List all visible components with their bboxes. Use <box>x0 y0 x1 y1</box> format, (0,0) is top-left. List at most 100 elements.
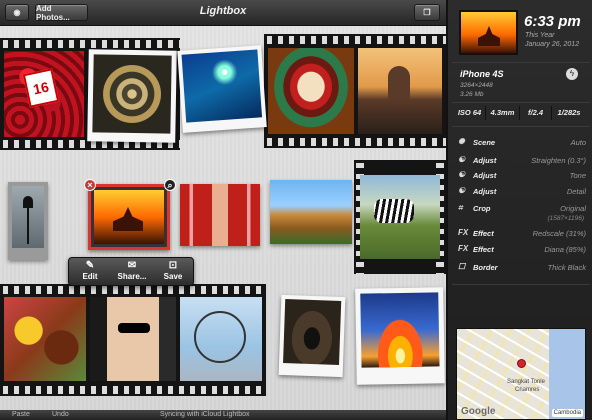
map-label: Sangkat Tonle <box>507 379 545 385</box>
divider <box>452 284 590 285</box>
exif-shutter: 1/282s <box>557 108 581 117</box>
photo-mosaic <box>92 54 172 134</box>
adjustment-name: Scene <box>473 138 496 147</box>
photo-time: 6:33 pm <box>524 13 581 30</box>
ferris-wheel <box>194 311 246 363</box>
exif-iso: ISO 64 <box>454 106 486 120</box>
selected-thumbnail <box>459 10 518 55</box>
location-pin-icon <box>517 359 526 368</box>
sunglasses <box>118 323 150 333</box>
adjustment-value: Auto <box>570 138 586 147</box>
windows-button[interactable]: ❐ <box>414 4 440 21</box>
flash-icon: ϟ <box>566 68 578 80</box>
save-button[interactable]: ⊡ Save <box>153 260 193 285</box>
save-icon: ⊡ <box>168 260 178 271</box>
photo-print-concert[interactable] <box>177 45 267 133</box>
adjustment-row[interactable]: ☯ Adjust Detail <box>458 186 586 198</box>
map-region-label: Cambodia <box>551 409 583 417</box>
lightbox-canvas[interactable]: 16 × ⌕ ✎ Edit ✉ Share... ⊡ Save <box>0 0 446 420</box>
bottom-bar: Paste Undo Syncing with iCloud Lightbox <box>0 410 446 420</box>
info-sidebar: 6:33 pm This Year January 26, 2012 iPhon… <box>446 0 592 420</box>
file-size: 3.26 Mb <box>460 91 484 98</box>
photo-fine-arts[interactable] <box>270 180 352 244</box>
photo-print-temple-selected[interactable] <box>88 184 170 250</box>
map-label: Chamres <box>515 387 540 393</box>
photo-print-ruins[interactable] <box>278 294 346 378</box>
delete-icon[interactable]: × <box>84 179 96 191</box>
paste-button[interactable]: Paste <box>12 411 30 418</box>
photo-sunset <box>360 292 440 368</box>
adjustment-name: Border <box>473 263 498 272</box>
adjust-icon: ☯ <box>458 170 466 179</box>
adjustment-row[interactable]: ☯ Adjust Tone <box>458 170 586 182</box>
scene-icon: ✺ <box>458 137 465 146</box>
photo-date-period: This Year <box>525 32 555 39</box>
adjust-icon: ☯ <box>458 155 466 164</box>
photo-window-girl[interactable] <box>180 184 260 246</box>
location-map[interactable]: Sangkat Tonle Chamres Google Cambodia <box>456 328 586 420</box>
photo-peppers[interactable]: 16 <box>4 51 84 137</box>
adjustment-name: Crop <box>473 204 491 213</box>
app-title: Lightbox <box>199 5 247 17</box>
photo-print-sunset[interactable] <box>355 287 445 385</box>
share-label: Share... <box>117 272 147 281</box>
photo-print-lamp[interactable] <box>8 182 48 260</box>
adjustment-row[interactable]: ☯ Adjust Straighten (0.3°) <box>458 155 586 167</box>
dome-silhouette <box>388 66 410 100</box>
photo-concert <box>181 49 263 123</box>
photo-zebra[interactable] <box>360 175 440 259</box>
divider <box>452 102 590 103</box>
photo-venice[interactable] <box>358 48 442 134</box>
adjustment-name: Effect <box>473 229 494 238</box>
adjustment-name: Adjust <box>473 171 497 180</box>
photo-date: January 26, 2012 <box>525 41 580 48</box>
wand-icon: ✎ <box>85 260 95 271</box>
zebra-body <box>374 199 414 223</box>
zoom-icon[interactable]: ⌕ <box>164 179 176 191</box>
resolution: 3264×2448 <box>460 82 493 89</box>
photo-print-mosaic[interactable] <box>87 49 177 143</box>
adjustment-row[interactable]: ⌗ Crop Original <box>458 203 586 215</box>
adjustment-value: Diana (85%) <box>544 245 586 254</box>
adjustment-row[interactable]: FX Effect Diana (85%) <box>458 244 586 256</box>
crop-icon: ⌗ <box>458 203 463 212</box>
photo-fruit[interactable] <box>4 297 86 381</box>
adjustment-value: Thick Black <box>547 263 586 272</box>
adjust-icon: ☯ <box>458 186 466 195</box>
adjustment-row[interactable]: ✺ Scene Auto <box>458 137 586 149</box>
photo-mask[interactable] <box>268 48 354 134</box>
exif-aperture: f/2.4 <box>520 106 552 120</box>
save-label: Save <box>163 272 183 281</box>
adjustment-value: Original <box>560 204 586 213</box>
adjustment-name: Effect <box>473 245 494 254</box>
windows-icon: ❐ <box>423 8 431 17</box>
lightbox-app: 16 × ⌕ ✎ Edit ✉ Share... ⊡ Save ◉ Add Ph… <box>0 0 592 420</box>
share-icon: ✉ <box>127 260 137 271</box>
undo-button[interactable]: Undo <box>52 411 69 418</box>
adjustment-value: Redscale (31%) <box>532 229 586 238</box>
edit-button[interactable]: ✎ Edit <box>70 260 110 285</box>
exif-focal-length: 4.3mm <box>486 106 520 120</box>
photo-action-toolbar: ✎ Edit ✉ Share... ⊡ Save <box>68 257 194 286</box>
photo-ferris-wheel[interactable] <box>180 297 262 381</box>
adjustment-name: Adjust <box>473 156 497 165</box>
adjustment-value: Tone <box>569 171 586 180</box>
fx-icon: FX <box>458 228 469 237</box>
adjustment-value: Straighten (0.3°) <box>531 156 586 165</box>
sync-status: Syncing with iCloud Lightbox <box>160 411 250 418</box>
adjustment-value: Detail <box>566 187 586 196</box>
adjustment-name: Adjust <box>473 187 497 196</box>
adjustment-row[interactable]: ☐ Border Thick Black <box>458 262 586 274</box>
adjustment-row[interactable]: FX Effect Redscale (31%) <box>458 228 586 240</box>
crop-dimensions: (1587×1196) <box>547 215 584 222</box>
top-bar: ◉ Add Photos... Lightbox ❐ <box>0 0 446 26</box>
share-button[interactable]: ✉ Share... <box>112 260 152 285</box>
device-name: iPhone 4S <box>460 69 504 79</box>
divider <box>452 126 590 127</box>
photo-woman-sunglasses[interactable] <box>90 297 176 381</box>
fx-icon: FX <box>458 244 469 253</box>
divider <box>452 62 590 63</box>
edit-label: Edit <box>82 272 98 281</box>
photo-ruins <box>283 299 342 365</box>
border-icon: ☐ <box>458 262 466 271</box>
